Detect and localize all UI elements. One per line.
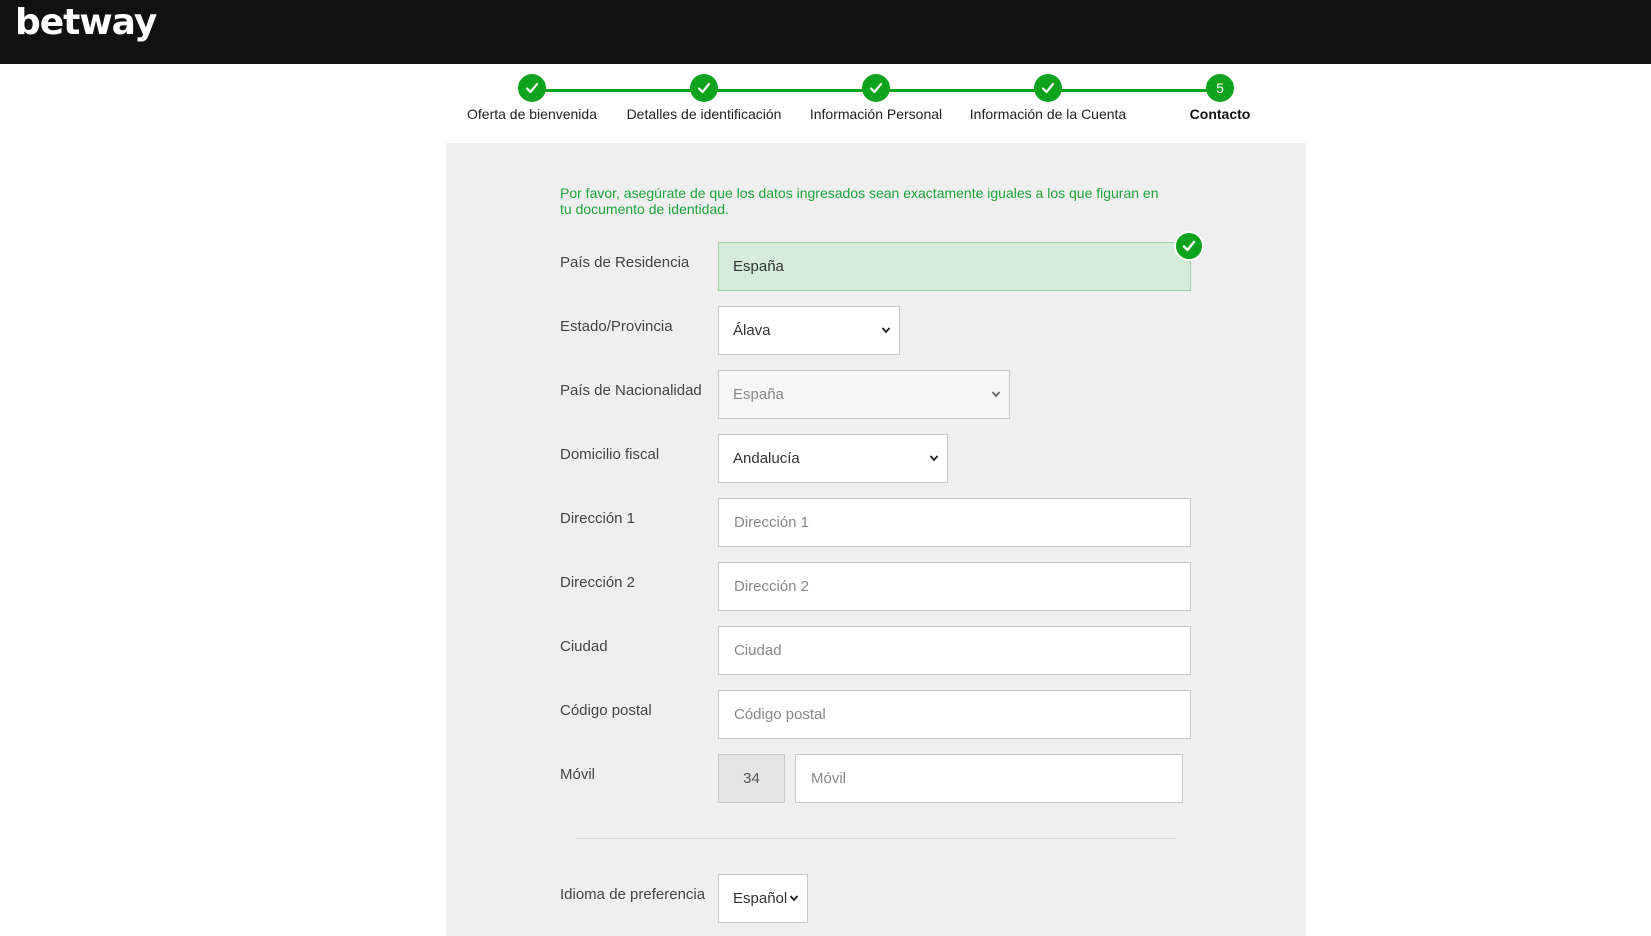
address1-input[interactable]: Dirección 1 — [718, 498, 1191, 547]
step-label: Información de la Cuenta — [969, 106, 1127, 122]
identity-notice: Por favor, asegúrate de que los datos in… — [560, 185, 1159, 217]
step-1: Oferta de bienvenida — [432, 74, 632, 122]
residence-label: País de Residencia — [560, 254, 690, 271]
address1-label: Dirección 1 — [560, 510, 636, 527]
step-2: Detalles de identificación — [604, 74, 804, 122]
step-label: Oferta de bienvenida — [467, 106, 597, 122]
check-icon — [1034, 74, 1062, 102]
nationality-value: España — [733, 386, 784, 403]
language-value: Español — [733, 890, 788, 907]
language-label: Idioma de preferencia — [560, 886, 706, 903]
check-circle-icon — [1174, 231, 1204, 261]
city-placeholder: Ciudad — [734, 642, 782, 659]
step-label: Detalles de identificación — [626, 106, 782, 122]
residence-field: España — [718, 242, 1191, 291]
postal-label: Código postal — [560, 702, 652, 719]
step-3: Información Personal — [776, 74, 976, 122]
chevron-down-icon — [929, 455, 939, 462]
mobile-label: Móvil — [560, 766, 596, 783]
step-label-active: Contacto — [1189, 106, 1251, 122]
address1-placeholder: Dirección 1 — [734, 514, 810, 531]
language-select[interactable]: Español — [718, 874, 808, 923]
state-label: Estado/Provincia — [560, 318, 673, 335]
mobile-input[interactable]: Móvil — [795, 754, 1183, 803]
state-value: Álava — [733, 322, 771, 339]
nationality-label: País de Nacionalidad — [560, 382, 702, 399]
tax-domicile-value: Andalucía — [733, 450, 800, 467]
step-4: Información de la Cuenta — [948, 74, 1148, 122]
betway-logo[interactable]: betway — [15, 2, 157, 43]
city-label: Ciudad — [560, 638, 608, 655]
check-icon — [690, 74, 718, 102]
address2-label: Dirección 2 — [560, 574, 636, 591]
residence-value: España — [733, 258, 784, 275]
postal-input[interactable]: Código postal — [718, 690, 1191, 739]
contact-form-panel: Por favor, asegúrate de que los datos in… — [446, 143, 1306, 936]
mobile-country-code: 34 — [718, 754, 785, 803]
postal-placeholder: Código postal — [734, 706, 826, 723]
address2-input[interactable]: Dirección 2 — [718, 562, 1191, 611]
chevron-down-icon — [991, 391, 1001, 398]
chevron-down-icon — [881, 327, 891, 334]
registration-stepper: Oferta de bienvenida Detalles de identif… — [0, 64, 1651, 144]
check-icon — [862, 74, 890, 102]
chevron-down-icon — [789, 895, 799, 902]
city-input[interactable]: Ciudad — [718, 626, 1191, 675]
mobile-placeholder: Móvil — [811, 770, 847, 787]
check-icon — [518, 74, 546, 102]
step-number: 5 — [1206, 74, 1234, 102]
nationality-select[interactable]: España — [718, 370, 1010, 419]
header-bar: betway — [0, 0, 1651, 64]
form-divider — [576, 838, 1176, 839]
tax-domicile-label: Domicilio fiscal — [560, 446, 660, 463]
state-select[interactable]: Álava — [718, 306, 900, 355]
step-label: Información Personal — [809, 106, 943, 122]
address2-placeholder: Dirección 2 — [734, 578, 810, 595]
tax-domicile-select[interactable]: Andalucía — [718, 434, 948, 483]
step-5: 5 Contacto — [1120, 74, 1320, 122]
